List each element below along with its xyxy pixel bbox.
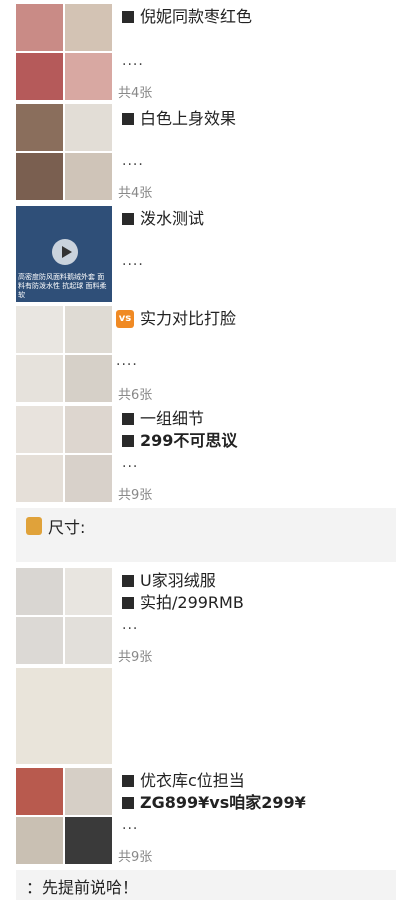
post-line: 泼水测试 (140, 209, 205, 228)
photo-thumbnail[interactable] (16, 355, 63, 402)
photo-thumbnail[interactable] (65, 406, 112, 453)
post-line: 实拍/299RMB (140, 593, 244, 612)
package-icon (26, 517, 42, 535)
post-text: 白色上身效果 .... (122, 108, 236, 172)
photo-thumbnail[interactable] (16, 817, 63, 864)
ellipsis: .... (122, 153, 144, 169)
photo-thumbnail[interactable] (16, 406, 63, 453)
post-line: ZG899¥vs咱家299¥ (140, 793, 306, 812)
photo-grid[interactable] (16, 306, 112, 402)
ellipsis: ... (122, 617, 139, 633)
ellipsis: ... (122, 455, 139, 471)
photo-thumbnail[interactable] (16, 104, 63, 151)
photo-thumbnail[interactable] (65, 104, 112, 151)
post-6: U家羽绒服 实拍/299RMB ... 共9张 (0, 568, 408, 666)
post-text: 倪妮同款枣红色 .... (122, 6, 252, 72)
play-icon[interactable] (52, 239, 78, 265)
photo-thumbnail[interactable] (16, 53, 63, 100)
photo-thumbnail[interactable] (65, 568, 112, 615)
ellipsis: .... (116, 353, 138, 369)
ellipsis: .... (122, 253, 144, 269)
photo-count: 共4张 (118, 186, 153, 201)
post-line: 299不可思议 (140, 431, 238, 450)
post-7 (0, 668, 408, 764)
square-bullet-icon (122, 797, 134, 809)
square-bullet-icon (122, 113, 134, 125)
post-3: 高密度防风面料鹅绒外套 面料有防泼水性 抗起球 面料柔软 泼水测试 .... (0, 206, 408, 302)
square-bullet-icon (122, 213, 134, 225)
size-note-panel: 尺寸: (16, 508, 396, 562)
video-thumbnail[interactable]: 高密度防风面料鹅绒外套 面料有防泼水性 抗起球 面料柔软 (16, 206, 112, 302)
photo-count: 共9张 (118, 650, 153, 665)
post-line: 一组细节 (140, 409, 205, 428)
photo-thumbnail[interactable] (65, 4, 112, 51)
square-bullet-icon (122, 597, 134, 609)
square-bullet-icon (122, 775, 134, 787)
post-5: 一组细节 299不可思议 ... 共9张 (0, 406, 408, 504)
video-caption: 高密度防风面料鹅绒外套 面料有防泼水性 抗起球 面料柔软 (18, 273, 107, 299)
photo-grid[interactable] (16, 768, 112, 864)
photo-grid[interactable] (16, 4, 112, 100)
photo-thumbnail[interactable] (65, 355, 112, 402)
square-bullet-icon (122, 435, 134, 447)
ellipsis: .... (122, 53, 144, 69)
post-line: 实力对比打脸 (140, 309, 237, 328)
photo-grid[interactable] (16, 406, 112, 502)
photo-count: 共9张 (118, 850, 153, 865)
photo-thumbnail[interactable] (16, 568, 63, 615)
post-4: vs 实力对比打脸 .... 共6张 (0, 306, 408, 404)
photo-grid[interactable] (16, 104, 112, 200)
post-text: 一组细节 299不可思议 ... (122, 408, 237, 474)
square-bullet-icon (122, 575, 134, 587)
photo-thumbnail[interactable] (16, 455, 63, 502)
square-bullet-icon (122, 11, 134, 23)
photo-thumbnail[interactable] (65, 768, 112, 815)
photo-thumbnail[interactable] (65, 153, 112, 200)
post-line: U家羽绒服 (140, 571, 216, 590)
post-line: 白色上身效果 (140, 109, 237, 128)
post-text: vs 实力对比打脸 .... (116, 308, 236, 372)
post-text: 优衣库c位担当 ZG899¥vs咱家299¥ ... (122, 770, 306, 836)
post-line: 优衣库c位担当 (140, 771, 245, 790)
photo-count: 共4张 (118, 86, 153, 101)
post-line: 倪妮同款枣红色 (140, 7, 253, 26)
ellipsis: ... (122, 817, 139, 833)
footer-note-panel: ：先提前说哈！ (16, 870, 396, 900)
post-1: 倪妮同款枣红色 .... 共4张 (0, 4, 408, 102)
post-8: 优衣库c位担当 ZG899¥vs咱家299¥ ... 共9张 (0, 768, 408, 866)
photo-thumbnail[interactable] (16, 617, 63, 664)
photo-count: 共9张 (118, 488, 153, 503)
vs-badge-icon: vs (116, 310, 134, 328)
post-text: U家羽绒服 实拍/299RMB ... (122, 570, 244, 636)
photo-thumbnail[interactable] (65, 817, 112, 864)
square-bullet-icon (122, 413, 134, 425)
photo-thumbnail[interactable] (65, 455, 112, 502)
photo-grid[interactable] (16, 568, 112, 664)
photo-thumbnail[interactable] (16, 768, 63, 815)
photo-count: 共6张 (118, 388, 153, 403)
photo-thumbnail[interactable] (65, 306, 112, 353)
post-text: 泼水测试 .... (122, 208, 204, 272)
photo-thumbnail[interactable] (16, 153, 63, 200)
post-2: 白色上身效果 .... 共4张 (0, 104, 408, 202)
photo-thumbnail[interactable] (65, 617, 112, 664)
photo-thumbnail[interactable] (16, 668, 112, 764)
footer-note: ：先提前说哈！ (26, 878, 139, 897)
photo-thumbnail[interactable] (16, 4, 63, 51)
photo-thumbnail[interactable] (65, 53, 112, 100)
photo-thumbnail[interactable] (16, 306, 63, 353)
size-label: 尺寸: (48, 518, 86, 537)
